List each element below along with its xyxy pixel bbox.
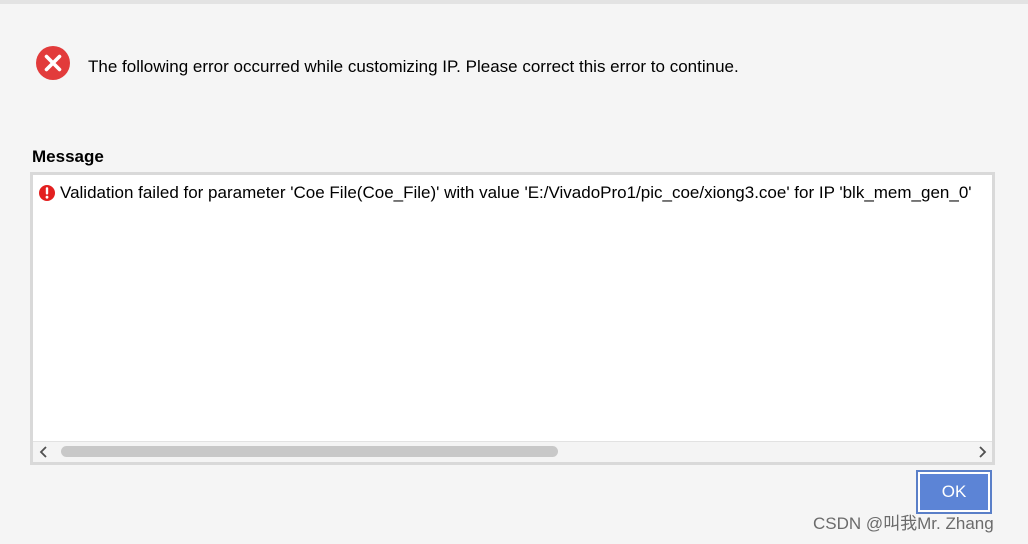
horizontal-scrollbar[interactable] — [33, 441, 992, 462]
message-list-panel[interactable]: Validation failed for parameter 'Coe Fil… — [30, 172, 995, 465]
message-text: Validation failed for parameter 'Coe Fil… — [60, 183, 972, 202]
error-exclamation-icon — [38, 184, 56, 202]
error-message-text: The following error occurred while custo… — [88, 57, 739, 76]
top-border-strip — [0, 0, 1028, 4]
error-circle-x-icon — [35, 45, 71, 81]
scroll-right-icon[interactable] — [974, 444, 990, 460]
ok-button[interactable]: OK — [920, 474, 988, 510]
scrollbar-thumb[interactable] — [61, 446, 558, 457]
ok-button-focus-ring: OK — [916, 470, 992, 514]
watermark-text: CSDN @叫我Mr. Zhang — [813, 514, 994, 533]
scroll-left-icon[interactable] — [36, 444, 52, 460]
message-section-label: Message — [32, 147, 104, 166]
